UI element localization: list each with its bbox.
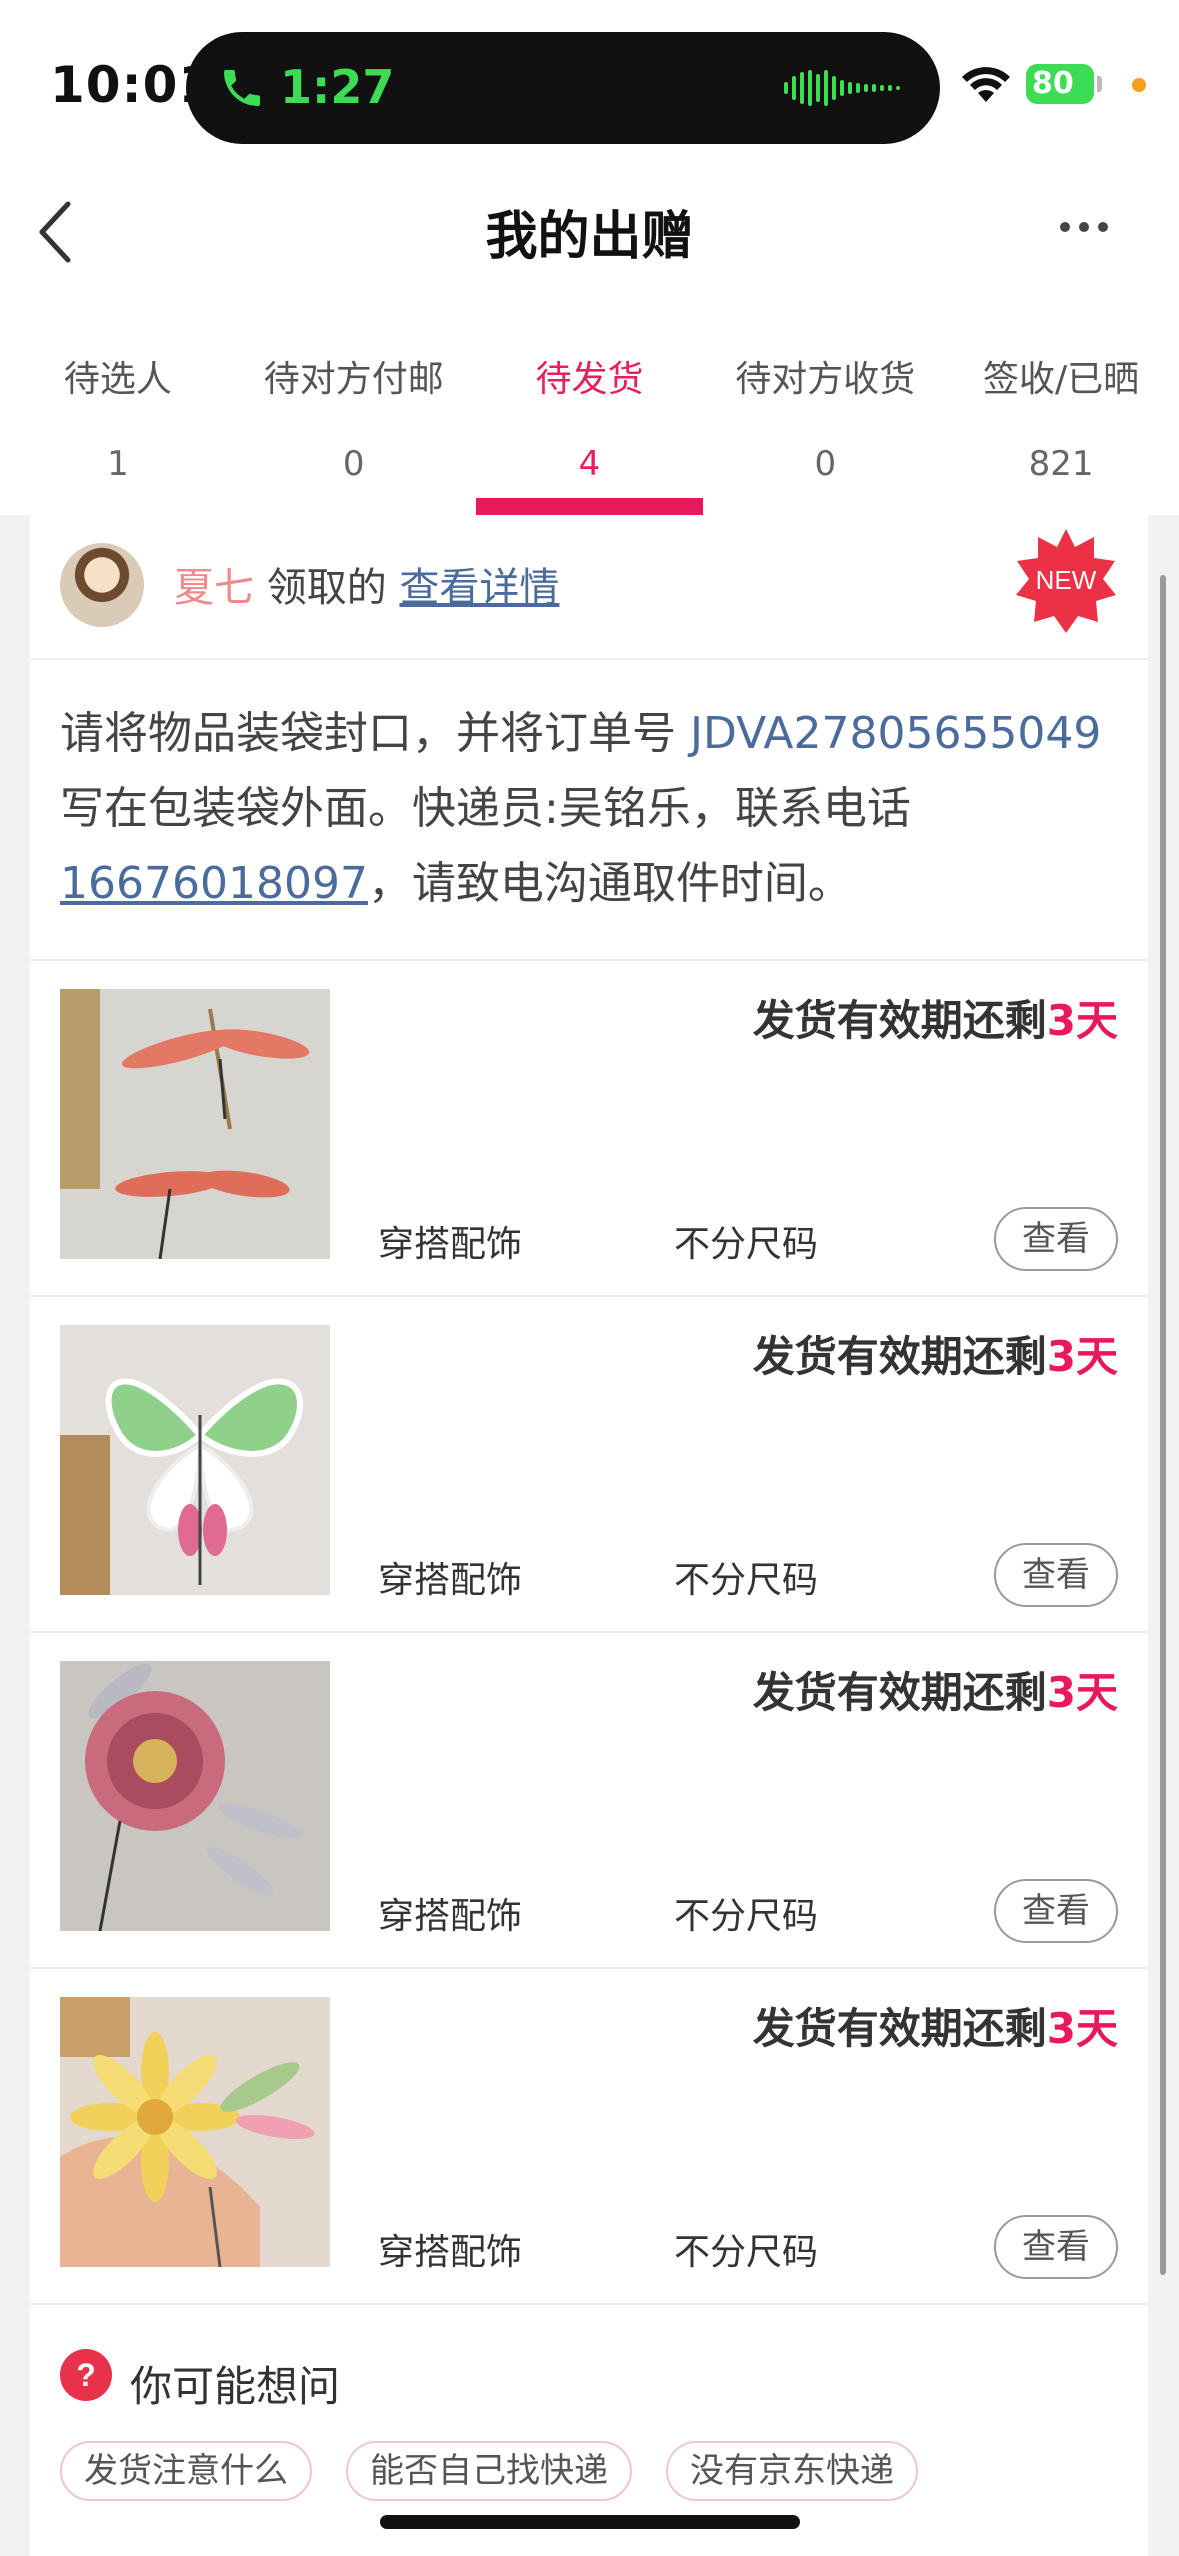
- faq-title: 你可能想问: [130, 2362, 341, 2411]
- item-size: 不分尺码: [674, 1896, 819, 1937]
- status-bar: 10:01 1:27 80: [0, 0, 1179, 160]
- days-remaining: 3天: [1046, 1332, 1118, 1381]
- deadline-text: 发货有效期还剩: [752, 996, 1047, 1045]
- tab-count: 821: [1028, 444, 1094, 484]
- avatar[interactable]: [60, 543, 144, 627]
- item-size: 不分尺码: [674, 1560, 819, 1601]
- faq-chip-own-courier[interactable]: 能否自己找快递: [346, 2441, 632, 2501]
- notice-text: ，请致电沟通取件时间。: [367, 858, 852, 909]
- more-options-icon[interactable]: [1059, 220, 1109, 234]
- dynamic-island[interactable]: 1:27: [186, 32, 940, 144]
- shipping-deadline: 发货有效期还剩3天: [753, 987, 1118, 1048]
- deadline-text: 发货有效期还剩: [752, 1332, 1047, 1381]
- tab-count: 1: [107, 444, 129, 484]
- faq-chips: 发货注意什么 能否自己找快递 没有京东快递: [60, 2441, 918, 2501]
- item-category: 穿搭配饰: [378, 2232, 523, 2273]
- claimer-row: 夏七 领取的 查看详情 NEW: [30, 515, 1148, 660]
- view-details-link[interactable]: 查看详情: [399, 565, 559, 611]
- home-indicator[interactable]: [380, 2515, 800, 2529]
- faq-chip-shipping-notes[interactable]: 发货注意什么: [60, 2441, 312, 2501]
- navigation-bar: 我的出赠: [0, 160, 1179, 310]
- deadline-text: 发货有效期还剩: [752, 1668, 1047, 1717]
- claim-label: 领取的: [266, 565, 387, 611]
- tab-count: 0: [814, 444, 837, 484]
- phone-call-icon: [224, 70, 260, 106]
- view-button[interactable]: 查看: [994, 1879, 1118, 1943]
- tab-label: 待对方付邮: [263, 359, 444, 400]
- item-size: 不分尺码: [674, 2232, 819, 2273]
- view-button[interactable]: 查看: [994, 1207, 1118, 1271]
- days-remaining: 3天: [1046, 2004, 1118, 2053]
- item-category: 穿搭配饰: [378, 1224, 523, 1265]
- wifi-icon: [962, 67, 1010, 102]
- list-item[interactable]: 发货有效期还剩3天 穿搭配饰 不分尺码 查看: [30, 961, 1148, 1297]
- product-image-pink-flower-hairpin[interactable]: [60, 1661, 330, 1931]
- tab-label: 签收/已晒: [983, 359, 1140, 400]
- item-size: 不分尺码: [674, 1224, 819, 1265]
- svg-text:?: ?: [76, 2357, 96, 2393]
- new-badge-icon: NEW: [1016, 529, 1116, 633]
- audio-waveform-icon: [784, 70, 900, 106]
- item-category: 穿搭配饰: [378, 1560, 523, 1601]
- page-title: 我的出赠: [485, 207, 694, 267]
- courier-phone-link[interactable]: 16676018097: [60, 858, 368, 909]
- deadline-text: 发货有效期还剩: [752, 2004, 1047, 2053]
- order-card: 夏七 领取的 查看详情 NEW 请将物品装袋封口，并将订单号 JDVA27805…: [30, 515, 1148, 2556]
- shipping-deadline: 发货有效期还剩3天: [753, 1323, 1118, 1384]
- list-item[interactable]: 发货有效期还剩3天 穿搭配饰 不分尺码 查看: [30, 1969, 1148, 2305]
- order-number[interactable]: JDVA27805655049: [690, 708, 1101, 759]
- active-tab-indicator: [476, 498, 703, 515]
- tab-pending-select[interactable]: 待选人 1: [0, 310, 236, 515]
- tab-pending-receipt[interactable]: 待对方收货 0: [707, 310, 943, 515]
- list-item[interactable]: 发货有效期还剩3天 穿搭配饰 不分尺码 查看: [30, 1297, 1148, 1633]
- call-duration: 1:27: [280, 60, 395, 114]
- shipping-deadline: 发货有效期还剩3天: [753, 1995, 1118, 2056]
- days-remaining: 3天: [1046, 996, 1118, 1045]
- notice-text: 请将物品装袋封口，并将订单号: [60, 708, 690, 759]
- item-category: 穿搭配饰: [378, 1896, 523, 1937]
- shipping-instructions: 请将物品装袋封口，并将订单号 JDVA27805655049 写在包装袋外面。快…: [30, 660, 1148, 961]
- days-remaining: 3天: [1046, 1668, 1118, 1717]
- claimer-name[interactable]: 夏七: [174, 565, 254, 611]
- battery-tip: [1097, 76, 1102, 92]
- view-button[interactable]: 查看: [994, 1543, 1118, 1607]
- faq-chip-no-jd-express[interactable]: 没有京东快递: [666, 2441, 918, 2501]
- status-tabs: 待选人 1 待对方付邮 0 待发货 4 待对方收货 0 签收/已晒 821: [0, 310, 1179, 515]
- product-image-butterfly-hairpin[interactable]: [60, 1325, 330, 1595]
- faq-section: ? 你可能想问 发货注意什么 能否自己找快递 没有京东快递: [30, 2305, 1148, 2505]
- tab-received-shared[interactable]: 签收/已晒 821: [943, 310, 1179, 515]
- tab-pending-postage[interactable]: 待对方付邮 0: [236, 310, 472, 515]
- tab-count: 4: [578, 444, 601, 484]
- question-mark-icon: ?: [60, 2349, 112, 2401]
- product-image-dragonfly-hairpin[interactable]: [60, 989, 330, 1259]
- new-badge-text: NEW: [1036, 565, 1097, 595]
- battery-indicator: 80: [1026, 64, 1094, 104]
- claim-text: 夏七 领取的 查看详情: [174, 555, 559, 613]
- tab-label: 待发货: [535, 359, 644, 400]
- product-image-yellow-chrysanthemum-hairpin[interactable]: [60, 1997, 330, 2267]
- tab-pending-shipment[interactable]: 待发货 4: [472, 310, 708, 515]
- tab-count: 0: [342, 444, 365, 484]
- tab-label: 待选人: [63, 359, 172, 400]
- list-item[interactable]: 发货有效期还剩3天 穿搭配饰 不分尺码 查看: [30, 1633, 1148, 1969]
- scrollbar[interactable]: [1160, 575, 1166, 2275]
- privacy-indicator-dot: [1132, 78, 1146, 92]
- view-button[interactable]: 查看: [994, 2215, 1118, 2279]
- shipping-deadline: 发货有效期还剩3天: [753, 1659, 1118, 1720]
- notice-text: 写在包装袋外面。快递员:吴铭乐，联系电话: [60, 783, 911, 834]
- tab-label: 待对方收货: [735, 359, 916, 400]
